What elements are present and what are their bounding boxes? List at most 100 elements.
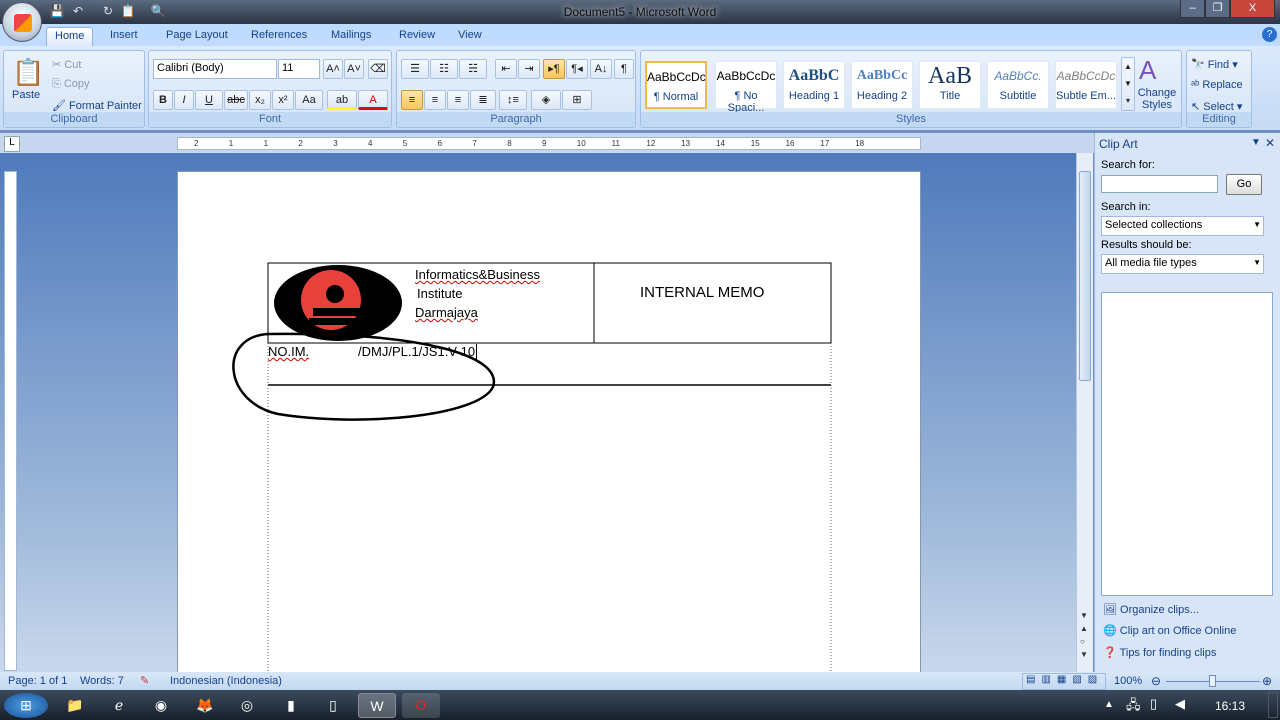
taskbar-word-icon[interactable]: W xyxy=(358,693,396,718)
show-marks-button[interactable]: ¶ xyxy=(614,59,634,79)
bold-button[interactable]: B xyxy=(153,90,173,110)
office-button[interactable] xyxy=(2,2,42,42)
view-buttons[interactable]: ▤▥▦▧▨ xyxy=(1022,673,1106,690)
search-input[interactable] xyxy=(1101,175,1218,193)
align-right-icon[interactable]: ≡ xyxy=(447,90,469,110)
horizontal-ruler[interactable]: 2 1 1 2 3 4 5 6 7 8 9 10 11 12 13 14 15 16 17 18 xyxy=(177,137,921,150)
font-size-select[interactable]: 11 xyxy=(278,59,320,79)
help-icon[interactable]: ? xyxy=(1262,27,1277,42)
vertical-ruler[interactable] xyxy=(4,171,17,671)
cut-button[interactable]: ✂ Cut xyxy=(52,58,81,71)
taskbar-app4-icon[interactable]: ▯ xyxy=(314,693,352,718)
taskbar-app3-icon[interactable]: ▮ xyxy=(272,693,310,718)
ltr-icon[interactable]: ▸¶ xyxy=(543,59,565,79)
styles-scroll[interactable]: ▲ ▼ ▾ xyxy=(1121,57,1135,111)
minimize-button[interactable]: – xyxy=(1180,0,1205,18)
change-styles-button[interactable]: Change Styles xyxy=(1137,87,1177,111)
search-in-select[interactable]: Selected collections ▼ xyxy=(1101,216,1264,236)
superscript-button[interactable]: x² xyxy=(272,90,294,110)
restore-button[interactable]: ❐ xyxy=(1205,0,1230,18)
pane-close-icon[interactable]: ✕ xyxy=(1265,136,1275,150)
font-color-icon[interactable]: A xyxy=(358,90,388,110)
style-title[interactable]: AaB Title xyxy=(919,61,981,109)
show-desktop-button[interactable] xyxy=(1268,692,1278,718)
zoom-out-icon[interactable]: ⊖ xyxy=(1151,674,1161,688)
increase-indent-icon[interactable]: ⇥ xyxy=(518,59,540,79)
strikethrough-button[interactable]: abc xyxy=(224,90,248,110)
change-case-button[interactable]: Aa xyxy=(295,90,323,110)
format-painter-button[interactable]: 🖌 Format Painter xyxy=(52,99,142,112)
align-left-icon[interactable]: ≡ xyxy=(401,90,423,110)
results-area[interactable] xyxy=(1101,292,1273,596)
tab-home[interactable]: Home xyxy=(46,27,94,46)
align-center-icon[interactable]: ≡ xyxy=(424,90,446,110)
taskbar-app-icon[interactable]: ◉ xyxy=(142,693,180,718)
pane-menu-icon[interactable]: ▼ xyxy=(1251,137,1261,148)
print-preview-icon[interactable]: 🔍 xyxy=(150,4,166,20)
underline-button[interactable]: U xyxy=(195,90,223,110)
save-icon[interactable]: 💾 xyxy=(49,4,65,20)
proofing-icon[interactable]: ✎ xyxy=(140,674,149,687)
undo-icon[interactable]: ↶ xyxy=(70,4,86,20)
tab-review[interactable]: Review xyxy=(391,27,443,46)
clip-art-online-link[interactable]: 🌐 Clip art on Office Online xyxy=(1103,624,1236,637)
tab-page-layout[interactable]: Page Layout xyxy=(158,27,236,46)
results-select[interactable]: All media file types ▼ xyxy=(1101,254,1264,274)
multilevel-list-icon[interactable]: ☵ xyxy=(459,59,487,79)
sort-icon[interactable]: A↓ xyxy=(590,59,612,79)
zoom-level[interactable]: 100% xyxy=(1114,675,1142,687)
clock[interactable]: 16:13 xyxy=(1215,699,1245,713)
line-spacing-icon[interactable]: ↕≡ xyxy=(499,90,527,110)
justify-icon[interactable]: ≣ xyxy=(470,90,496,110)
start-button[interactable]: ⊞ xyxy=(4,693,48,718)
taskbar-firefox-icon[interactable]: 🦊 xyxy=(186,693,224,718)
style-no-spacing[interactable]: AaBbCcDc ¶ No Spaci... xyxy=(715,61,777,114)
tab-selector[interactable]: L xyxy=(4,136,20,152)
scroll-arrows[interactable]: ▼ ▲ ○ ▼ xyxy=(1080,609,1088,661)
vertical-scrollbar[interactable]: ▼ ▲ ○ ▼ xyxy=(1076,153,1093,672)
tray-show-hidden-icon[interactable]: ▲ xyxy=(1104,699,1114,710)
shrink-font-button[interactable]: A˅ xyxy=(344,59,364,79)
style-heading-1[interactable]: AaBbC Heading 1 xyxy=(783,61,845,109)
borders-icon[interactable]: ⊞ xyxy=(562,90,592,110)
redo-icon[interactable]: ↻ xyxy=(100,4,116,20)
highlight-icon[interactable]: ab xyxy=(327,90,357,110)
tab-insert[interactable]: Insert xyxy=(102,27,146,46)
paste-button[interactable]: Paste xyxy=(12,89,40,101)
zoom-in-icon[interactable]: ⊕ xyxy=(1262,674,1272,688)
style-subtle-emphasis[interactable]: AaBbCcDc Subtle Em... xyxy=(1055,61,1117,109)
document-page[interactable]: Informatics&Business Institute Darmajaya… xyxy=(177,171,921,692)
style-heading-2[interactable]: AaBbCc Heading 2 xyxy=(851,61,913,109)
go-button[interactable]: Go xyxy=(1226,174,1262,195)
organize-clips-link[interactable]: 🖼 Organize clips... xyxy=(1103,603,1199,616)
language[interactable]: Indonesian (Indonesia) xyxy=(170,675,282,687)
style-normal[interactable]: AaBbCcDc ¶ Normal xyxy=(645,61,707,109)
rtl-icon[interactable]: ¶◂ xyxy=(566,59,588,79)
decrease-indent-icon[interactable]: ⇤ xyxy=(495,59,517,79)
taskbar-opera-icon[interactable]: O xyxy=(402,693,440,718)
close-button[interactable]: X xyxy=(1230,0,1275,18)
font-name-select[interactable]: Calibri (Body) xyxy=(153,59,277,79)
bullets-icon[interactable]: ☰ xyxy=(401,59,429,79)
tips-link[interactable]: ❓ Tips for finding clips xyxy=(1103,646,1216,659)
tab-references[interactable]: References xyxy=(243,27,315,46)
taskbar-ie-icon[interactable]: ℯ xyxy=(100,693,138,718)
clear-formatting-icon[interactable]: ⌫ xyxy=(368,59,388,79)
shading-icon[interactable]: ◈ xyxy=(531,90,561,110)
copy-button[interactable]: ⎘ Copy xyxy=(52,78,90,91)
numbering-icon[interactable]: ☷ xyxy=(430,59,458,79)
battery-icon[interactable]: ▯ xyxy=(1150,696,1157,712)
tab-view[interactable]: View xyxy=(450,27,490,46)
page-count[interactable]: Page: 1 of 1 xyxy=(8,675,67,687)
find-button[interactable]: 🔭 Find ▾ xyxy=(1191,58,1238,71)
grow-font-button[interactable]: A˄ xyxy=(323,59,343,79)
word-count[interactable]: Words: 7 xyxy=(80,675,124,687)
taskbar-app2-icon[interactable]: ◎ xyxy=(228,693,266,718)
network-icon[interactable]: 🖧 xyxy=(1126,696,1141,718)
style-subtitle[interactable]: AaBbCc. Subtitle xyxy=(987,61,1049,109)
taskbar-explorer-icon[interactable]: 📁 xyxy=(56,693,94,718)
tab-mailings[interactable]: Mailings xyxy=(323,27,379,46)
subscript-button[interactable]: x₂ xyxy=(249,90,271,110)
replace-button[interactable]: ᵃᵇ Replace xyxy=(1191,79,1243,91)
italic-button[interactable]: I xyxy=(174,90,194,110)
